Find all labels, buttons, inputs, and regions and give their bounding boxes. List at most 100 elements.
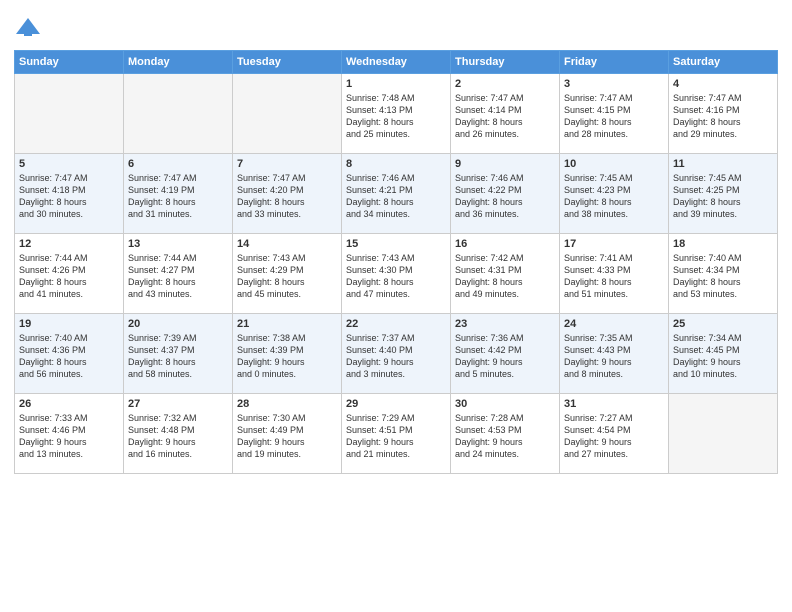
day-info: Sunrise: 7:42 AM Sunset: 4:31 PM Dayligh… bbox=[455, 252, 555, 301]
calendar-cell: 10 Sunrise: 7:45 AM Sunset: 4:23 PM Dayli… bbox=[560, 154, 669, 234]
calendar-cell: 5 Sunrise: 7:47 AM Sunset: 4:18 PM Daylig… bbox=[15, 154, 124, 234]
calendar-cell bbox=[124, 74, 233, 154]
day-number: 17 bbox=[564, 238, 664, 250]
calendar-cell: 19 Sunrise: 7:40 AM Sunset: 4:36 PM Dayli… bbox=[15, 314, 124, 394]
day-number: 18 bbox=[673, 238, 773, 250]
calendar-cell: 8 Sunrise: 7:46 AM Sunset: 4:21 PM Daylig… bbox=[342, 154, 451, 234]
day-number: 10 bbox=[564, 158, 664, 170]
day-info: Sunrise: 7:43 AM Sunset: 4:30 PM Dayligh… bbox=[346, 252, 446, 301]
week-row-2: 5 Sunrise: 7:47 AM Sunset: 4:18 PM Daylig… bbox=[15, 154, 778, 234]
calendar-cell: 23 Sunrise: 7:36 AM Sunset: 4:42 PM Dayli… bbox=[451, 314, 560, 394]
day-number: 22 bbox=[346, 318, 446, 330]
week-row-3: 12Sunrise: 7:44 AM Sunset: 4:26 PM Dayli… bbox=[15, 234, 778, 314]
day-info: Sunrise: 7:29 AM Sunset: 4:51 PM Dayligh… bbox=[346, 412, 446, 461]
weekday-tuesday: Tuesday bbox=[233, 51, 342, 74]
day-info: Sunrise: 7:30 AM Sunset: 4:49 PM Dayligh… bbox=[237, 412, 337, 461]
day-number: 21 bbox=[237, 318, 337, 330]
calendar-cell: 17 Sunrise: 7:41 AM Sunset: 4:33 PM Dayli… bbox=[560, 234, 669, 314]
day-number: 2 bbox=[455, 78, 555, 90]
day-number: 31 bbox=[564, 398, 664, 410]
calendar-cell bbox=[233, 74, 342, 154]
day-number: 14 bbox=[237, 238, 337, 250]
calendar-cell bbox=[15, 74, 124, 154]
calendar-cell: 7 Sunrise: 7:47 AM Sunset: 4:20 PM Daylig… bbox=[233, 154, 342, 234]
day-number: 20 bbox=[128, 318, 228, 330]
week-row-5: 26 Sunrise: 7:33 AM Sunset: 4:46 PM Dayli… bbox=[15, 394, 778, 474]
day-info: Sunrise: 7:47 AM Sunset: 4:19 PM Dayligh… bbox=[128, 172, 228, 221]
day-number: 4 bbox=[673, 78, 773, 90]
day-number: 3 bbox=[564, 78, 664, 90]
day-info: Sunrise: 7:47 AM Sunset: 4:16 PM Dayligh… bbox=[673, 92, 773, 141]
weekday-monday: Monday bbox=[124, 51, 233, 74]
day-info: Sunrise: 7:28 AM Sunset: 4:53 PM Dayligh… bbox=[455, 412, 555, 461]
day-number: 9 bbox=[455, 158, 555, 170]
calendar-cell: 28 Sunrise: 7:30 AM Sunset: 4:49 PM Dayli… bbox=[233, 394, 342, 474]
day-number: 19 bbox=[19, 318, 119, 330]
calendar-cell: 13Sunrise: 7:44 AM Sunset: 4:27 PM Dayli… bbox=[124, 234, 233, 314]
calendar-cell: 24 Sunrise: 7:35 AM Sunset: 4:43 PM Dayli… bbox=[560, 314, 669, 394]
calendar-cell: 15Sunrise: 7:43 AM Sunset: 4:30 PM Dayli… bbox=[342, 234, 451, 314]
calendar-cell bbox=[669, 394, 778, 474]
day-info: Sunrise: 7:35 AM Sunset: 4:43 PM Dayligh… bbox=[564, 332, 664, 381]
day-info: Sunrise: 7:46 AM Sunset: 4:22 PM Dayligh… bbox=[455, 172, 555, 221]
day-number: 28 bbox=[237, 398, 337, 410]
calendar-cell: 1 Sunrise: 7:48 AM Sunset: 4:13 PM Daylig… bbox=[342, 74, 451, 154]
day-info: Sunrise: 7:47 AM Sunset: 4:14 PM Dayligh… bbox=[455, 92, 555, 141]
day-info: Sunrise: 7:41 AM Sunset: 4:33 PM Dayligh… bbox=[564, 252, 664, 301]
day-info: Sunrise: 7:37 AM Sunset: 4:40 PM Dayligh… bbox=[346, 332, 446, 381]
calendar-cell: 14 Sunrise: 7:43 AM Sunset: 4:29 PM Dayli… bbox=[233, 234, 342, 314]
calendar-cell: 27Sunrise: 7:32 AM Sunset: 4:48 PM Dayli… bbox=[124, 394, 233, 474]
day-info: Sunrise: 7:45 AM Sunset: 4:23 PM Dayligh… bbox=[564, 172, 664, 221]
day-info: Sunrise: 7:47 AM Sunset: 4:20 PM Dayligh… bbox=[237, 172, 337, 221]
day-number: 24 bbox=[564, 318, 664, 330]
day-info: Sunrise: 7:27 AM Sunset: 4:54 PM Dayligh… bbox=[564, 412, 664, 461]
day-info: Sunrise: 7:48 AM Sunset: 4:13 PM Dayligh… bbox=[346, 92, 446, 141]
day-info: Sunrise: 7:36 AM Sunset: 4:42 PM Dayligh… bbox=[455, 332, 555, 381]
weekday-saturday: Saturday bbox=[669, 51, 778, 74]
calendar-cell: 11 Sunrise: 7:45 AM Sunset: 4:25 PM Dayli… bbox=[669, 154, 778, 234]
header bbox=[14, 10, 778, 42]
day-number: 26 bbox=[19, 398, 119, 410]
calendar-cell: 20 Sunrise: 7:39 AM Sunset: 4:37 PM Dayli… bbox=[124, 314, 233, 394]
day-info: Sunrise: 7:46 AM Sunset: 4:21 PM Dayligh… bbox=[346, 172, 446, 221]
day-number: 11 bbox=[673, 158, 773, 170]
week-row-4: 19 Sunrise: 7:40 AM Sunset: 4:36 PM Dayli… bbox=[15, 314, 778, 394]
day-info: Sunrise: 7:47 AM Sunset: 4:18 PM Dayligh… bbox=[19, 172, 119, 221]
calendar-cell: 12Sunrise: 7:44 AM Sunset: 4:26 PM Dayli… bbox=[15, 234, 124, 314]
day-info: Sunrise: 7:39 AM Sunset: 4:37 PM Dayligh… bbox=[128, 332, 228, 381]
day-info: Sunrise: 7:44 AM Sunset: 4:26 PM Dayligh… bbox=[19, 252, 119, 301]
day-info: Sunrise: 7:43 AM Sunset: 4:29 PM Dayligh… bbox=[237, 252, 337, 301]
day-info: Sunrise: 7:40 AM Sunset: 4:36 PM Dayligh… bbox=[19, 332, 119, 381]
calendar-cell: 21 Sunrise: 7:38 AM Sunset: 4:39 PM Dayli… bbox=[233, 314, 342, 394]
day-number: 5 bbox=[19, 158, 119, 170]
calendar-cell: 9 Sunrise: 7:46 AM Sunset: 4:22 PM Daylig… bbox=[451, 154, 560, 234]
day-info: Sunrise: 7:38 AM Sunset: 4:39 PM Dayligh… bbox=[237, 332, 337, 381]
calendar-cell: 22 Sunrise: 7:37 AM Sunset: 4:40 PM Dayli… bbox=[342, 314, 451, 394]
calendar-cell: 25Sunrise: 7:34 AM Sunset: 4:45 PM Dayli… bbox=[669, 314, 778, 394]
calendar-cell: 26 Sunrise: 7:33 AM Sunset: 4:46 PM Dayli… bbox=[15, 394, 124, 474]
logo-icon bbox=[14, 14, 42, 42]
day-number: 29 bbox=[346, 398, 446, 410]
calendar-cell: 16Sunrise: 7:42 AM Sunset: 4:31 PM Dayli… bbox=[451, 234, 560, 314]
day-info: Sunrise: 7:47 AM Sunset: 4:15 PM Dayligh… bbox=[564, 92, 664, 141]
day-info: Sunrise: 7:33 AM Sunset: 4:46 PM Dayligh… bbox=[19, 412, 119, 461]
weekday-wednesday: Wednesday bbox=[342, 51, 451, 74]
calendar-cell: 6Sunrise: 7:47 AM Sunset: 4:19 PM Daylig… bbox=[124, 154, 233, 234]
weekday-thursday: Thursday bbox=[451, 51, 560, 74]
day-number: 7 bbox=[237, 158, 337, 170]
day-number: 8 bbox=[346, 158, 446, 170]
weekday-friday: Friday bbox=[560, 51, 669, 74]
day-number: 30 bbox=[455, 398, 555, 410]
weekday-sunday: Sunday bbox=[15, 51, 124, 74]
day-number: 25 bbox=[673, 318, 773, 330]
day-number: 23 bbox=[455, 318, 555, 330]
calendar-cell: 18Sunrise: 7:40 AM Sunset: 4:34 PM Dayli… bbox=[669, 234, 778, 314]
day-info: Sunrise: 7:45 AM Sunset: 4:25 PM Dayligh… bbox=[673, 172, 773, 221]
calendar-cell: 3 Sunrise: 7:47 AM Sunset: 4:15 PM Daylig… bbox=[560, 74, 669, 154]
calendar-table: SundayMondayTuesdayWednesdayThursdayFrid… bbox=[14, 50, 778, 474]
logo bbox=[14, 14, 46, 42]
calendar-cell: 4 Sunrise: 7:47 AM Sunset: 4:16 PM Daylig… bbox=[669, 74, 778, 154]
day-number: 13 bbox=[128, 238, 228, 250]
day-number: 1 bbox=[346, 78, 446, 90]
calendar-cell: 31 Sunrise: 7:27 AM Sunset: 4:54 PM Dayli… bbox=[560, 394, 669, 474]
